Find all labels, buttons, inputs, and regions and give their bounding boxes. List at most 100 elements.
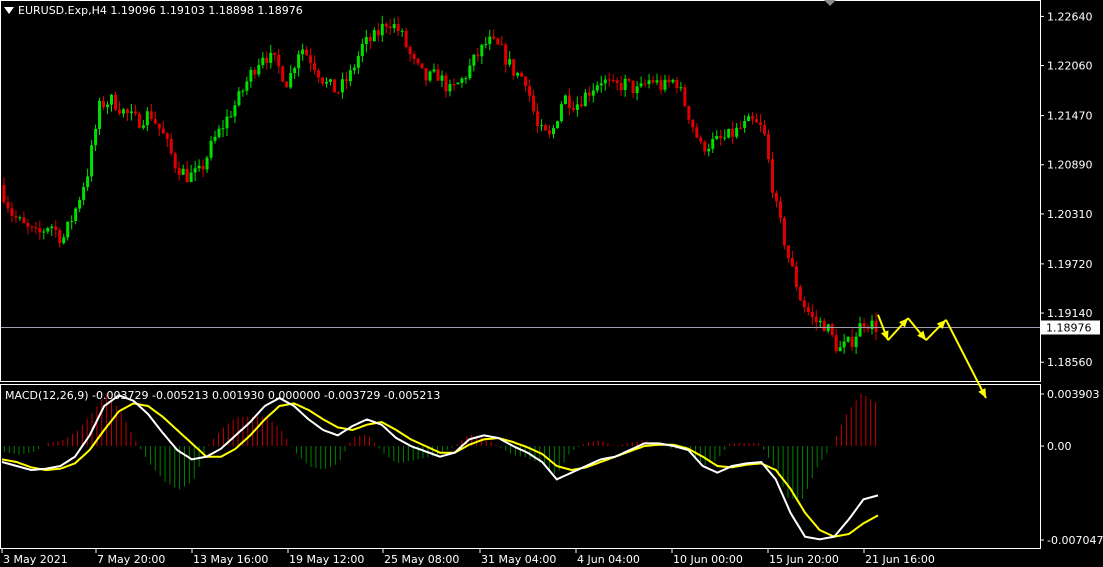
candle [480,43,484,65]
candle-body [149,111,153,119]
candle-body [790,258,794,267]
candle [548,124,551,138]
candle-body [344,79,348,82]
candle-body [102,100,106,108]
candle [58,227,62,248]
candle [336,91,340,95]
candle [6,195,10,213]
candle-body [551,128,555,135]
candle-body [22,217,26,224]
candle-body [332,79,336,93]
candle-body [635,86,639,94]
time-tick-label: 10 Jun 00:00 [673,553,743,566]
candle [38,220,42,241]
candle [770,151,774,199]
candle [755,113,759,123]
candle-body [364,37,368,45]
candle-body [444,75,448,92]
candle-body [786,245,790,259]
candle [22,211,26,224]
candle-body [452,84,456,86]
candle [444,72,448,98]
candle-body [177,168,181,175]
candle-body [277,54,281,67]
candle-body [404,30,408,48]
candle [90,139,94,182]
candle-body [639,83,643,87]
candle [2,177,6,205]
macd-signal-line [1,402,879,538]
candle [125,108,129,121]
candle-body [695,127,699,138]
candle [106,101,110,114]
time-tick-label: 21 Jun 16:00 [865,553,935,566]
candle-body [428,71,432,81]
candle [34,221,38,234]
candle-body [563,95,567,105]
candle-body [782,218,786,246]
candle [790,251,794,268]
candle-body [707,148,711,152]
candle-body [121,109,125,114]
candle [818,317,822,328]
macd-panel[interactable] [1,393,879,541]
candle-body [42,231,46,233]
candle [850,328,854,352]
candle [834,328,838,354]
candle-body [631,80,635,94]
candle [14,210,18,223]
candle [611,74,615,83]
candle [691,119,695,133]
candle [671,78,675,84]
candle [842,333,846,354]
candle [285,81,289,88]
candle-body [257,64,261,75]
candle-body [468,65,472,79]
candle-body [98,100,102,129]
candle [782,216,786,250]
candle-body [874,320,878,332]
candle-body [536,111,540,126]
candle [731,121,735,145]
price-tick-label: 1.20890 [1047,159,1093,172]
candle-body [352,67,356,71]
candle-body [743,120,747,128]
chart-shift-marker-icon[interactable] [824,0,836,6]
candle [169,133,173,156]
candle-body [500,44,504,46]
candle-body [26,223,30,227]
candle-body [329,79,332,82]
candle [551,124,555,139]
candle [329,78,332,86]
candle [424,67,428,87]
candle-body [659,80,663,90]
candle [599,75,603,93]
candle-body [424,68,428,81]
candle-body [372,30,376,42]
candle [432,63,436,73]
candle [615,77,619,91]
candle [464,76,468,84]
chart-menu-caret-icon[interactable] [4,7,14,14]
candle-body [850,336,854,347]
candle [332,79,336,93]
candle-body [432,69,436,72]
candle-body [313,63,317,71]
price-tick-label: 1.18560 [1047,356,1093,369]
candle [149,103,153,121]
candle-body [571,107,575,110]
price-panel[interactable] [1,15,1040,399]
candle [380,15,384,42]
candle [145,107,149,132]
candle-body [70,220,74,222]
candle [532,89,536,115]
candle [603,75,607,91]
candle [460,76,464,88]
candle-body [627,78,631,81]
chart-canvas[interactable]: 1.22640 1.22060 1.21470 1.20890 1.20310 1.197… [0,0,1103,567]
candle [715,130,719,141]
candle [743,115,747,133]
candle [607,72,611,87]
candle-body [129,111,133,114]
candle [838,340,842,352]
